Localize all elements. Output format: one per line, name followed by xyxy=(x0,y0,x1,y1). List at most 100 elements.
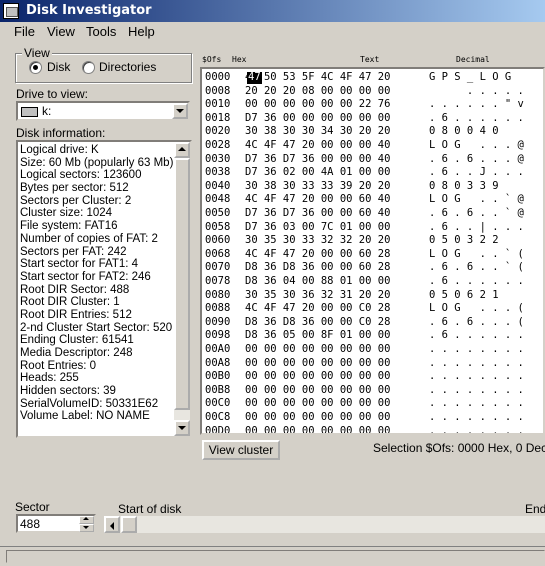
hex-text: . . . . . . . . xyxy=(429,383,524,396)
disk-radio-label[interactable]: Disk xyxy=(47,60,70,74)
menu-tools[interactable]: Tools xyxy=(86,24,116,39)
hex-text: . 6 . . J . . . xyxy=(429,166,524,179)
disk-info-scrollbar[interactable] xyxy=(174,142,190,436)
hex-text: 0 8 0 3 3 9 xyxy=(429,179,524,192)
disk-info-lines: Logical drive: K Size: 60 Mb (popularly 6… xyxy=(20,144,176,423)
hex-text: L O G . . ` @ xyxy=(429,193,524,206)
disk-info-line: Start sector for FAT1: 4 xyxy=(20,258,139,271)
disk-info-line: SerialVolumeID: 50331E62 xyxy=(20,397,159,410)
hex-bytes: 00 00 00 00 00 00 00 00 xyxy=(245,411,391,423)
hex-text: . 6 . 6 . . . @ xyxy=(429,152,524,165)
selection-status: Selection $Ofs: 0000 Hex, 0 Dec xyxy=(373,441,545,455)
directories-radio-label[interactable]: Directories xyxy=(99,60,156,74)
hex-text: 0 5 0 6 2 1 xyxy=(429,288,524,301)
disk-info-line: Root DIR Cluster: 1 xyxy=(20,296,120,309)
hex-bytes: 47 50 53 5F 4C 4F 47 20 xyxy=(245,71,391,83)
disk-info-line: Ending Cluster: 61541 xyxy=(20,334,134,347)
drive-select[interactable]: k: xyxy=(16,101,190,121)
disk-info-line: Bytes per sector: 512 xyxy=(20,182,129,195)
hex-bytes: 4C 4F 47 20 00 00 00 40 xyxy=(245,139,391,151)
hex-offset: 0078 xyxy=(205,275,231,287)
hex-bytes: 00 00 00 00 00 00 00 00 xyxy=(245,424,391,435)
scroll-down-button[interactable] xyxy=(174,420,190,436)
hex-offset: 00A0 xyxy=(205,343,231,355)
disk-info-line: Size: 60 Mb (popularly 63 Mb) xyxy=(20,156,174,169)
disk-info-line: Root Entries: 0 xyxy=(20,359,97,372)
hex-text: . . . . . . . . xyxy=(429,411,524,423)
disk-info-line: Volume Label: NO NAME xyxy=(20,410,150,423)
hex-offset: 0020 xyxy=(205,125,231,138)
sector-label: Sector xyxy=(15,500,50,514)
hex-bytes: D8 36 D8 36 00 00 C0 28 xyxy=(245,315,391,328)
hex-header-hex: Hex xyxy=(232,55,247,64)
directories-radio[interactable] xyxy=(82,61,95,74)
menu-help[interactable]: Help xyxy=(128,24,155,39)
hex-text: 0 8 0 0 4 0 xyxy=(429,125,524,138)
menu-view[interactable]: View xyxy=(47,24,75,39)
disk-position-thumb[interactable] xyxy=(121,516,137,533)
hex-bytes: D8 36 D8 36 00 00 60 28 xyxy=(245,261,391,274)
disk-position-scrollbar[interactable] xyxy=(104,516,545,533)
status-panel xyxy=(6,550,545,563)
hex-view[interactable]: 00D0 00 00 00 00 00 00 00 00 . . . . . . .… xyxy=(200,67,545,435)
hex-text: G P S _ L O G xyxy=(429,71,524,83)
hex-bytes: 30 35 30 33 32 32 20 20 xyxy=(245,234,391,247)
hex-offset: 0088 xyxy=(205,302,231,315)
hex-offset: 0028 xyxy=(205,139,231,151)
hex-bytes: 30 35 30 36 32 31 20 20 xyxy=(245,288,391,301)
scroll-thumb[interactable] xyxy=(174,158,190,410)
disk-info-line: Root DIR Entries: 512 xyxy=(20,308,132,321)
disk-info-line: Sectors per Cluster: 2 xyxy=(20,194,132,207)
hex-text: . . . . . . . . xyxy=(429,370,524,383)
status-bar xyxy=(0,546,545,566)
hex-offset: 0010 xyxy=(205,98,231,111)
window-title: Disk Investigator xyxy=(26,3,152,18)
hex-offset: 0058 xyxy=(205,220,231,233)
hex-bytes: D7 36 00 00 00 00 00 00 xyxy=(245,111,391,124)
hex-text: . 6 . . | . . . xyxy=(429,220,524,233)
hex-offset: 0070 xyxy=(205,261,231,274)
disk-info-line: Media Descriptor: 248 xyxy=(20,347,133,359)
hex-text: . 6 . 6 . . . ( xyxy=(429,315,524,328)
disk-info-line: File system: FAT16 xyxy=(20,220,118,233)
hex-text: L O G . . ` ( xyxy=(429,247,524,260)
hex-offset: 0038 xyxy=(205,166,231,179)
hex-text: . . . . . . . . xyxy=(429,424,524,435)
hex-offset: 0000 xyxy=(205,71,231,83)
scroll-up-button[interactable] xyxy=(174,142,190,158)
drive-dropdown-button[interactable] xyxy=(172,103,188,119)
sector-down-button[interactable] xyxy=(79,524,94,532)
view-cluster-button[interactable]: View cluster xyxy=(202,440,280,460)
drive-icon xyxy=(21,107,38,117)
hex-bytes: 00 00 00 00 00 00 00 00 xyxy=(245,370,391,383)
hex-bytes: 00 00 00 00 00 00 22 76 xyxy=(245,98,391,111)
hex-offset: 0018 xyxy=(205,111,231,124)
view-group: View Disk Directories xyxy=(15,46,192,83)
disk-info-line: Logical drive: K xyxy=(20,144,99,156)
menu-file[interactable]: File xyxy=(14,24,35,39)
selected-byte[interactable]: 47 xyxy=(247,71,262,84)
hex-offset: 0080 xyxy=(205,288,231,301)
hex-bytes: D7 36 D7 36 00 00 00 40 xyxy=(245,152,391,165)
arrow-up-icon xyxy=(83,517,89,520)
disk-info-line: Root DIR Sector: 488 xyxy=(20,283,130,296)
disk-info-list[interactable]: Logical drive: K Size: 60 Mb (popularly 6… xyxy=(16,140,192,438)
scroll-left-button[interactable] xyxy=(104,516,120,533)
hex-bytes: 20 20 20 08 00 00 00 00 xyxy=(245,84,391,97)
hex-offset: 00B8 xyxy=(205,383,231,396)
sector-input[interactable]: 488 xyxy=(16,514,96,533)
hex-header-text: Text xyxy=(360,55,380,64)
hex-bytes: 4C 4F 47 20 00 00 60 28 xyxy=(245,247,391,260)
hex-offset: 0068 xyxy=(205,247,231,260)
hex-text: . 6 . . . . . . xyxy=(429,275,524,287)
disk-info-line: Heads: 255 xyxy=(20,372,79,385)
hex-text: . . . . . . . . xyxy=(429,343,524,355)
sector-up-button[interactable] xyxy=(79,516,94,524)
hex-text: 0 5 0 3 2 2 xyxy=(429,234,524,247)
hex-offset: 00D0 xyxy=(205,424,231,435)
app-icon[interactable] xyxy=(3,3,19,19)
disk-radio[interactable] xyxy=(29,61,42,74)
hex-offset: 0050 xyxy=(205,207,231,219)
view-cluster-label: View cluster xyxy=(208,443,274,457)
disk-info-line: Sectors per FAT: 242 xyxy=(20,245,127,258)
